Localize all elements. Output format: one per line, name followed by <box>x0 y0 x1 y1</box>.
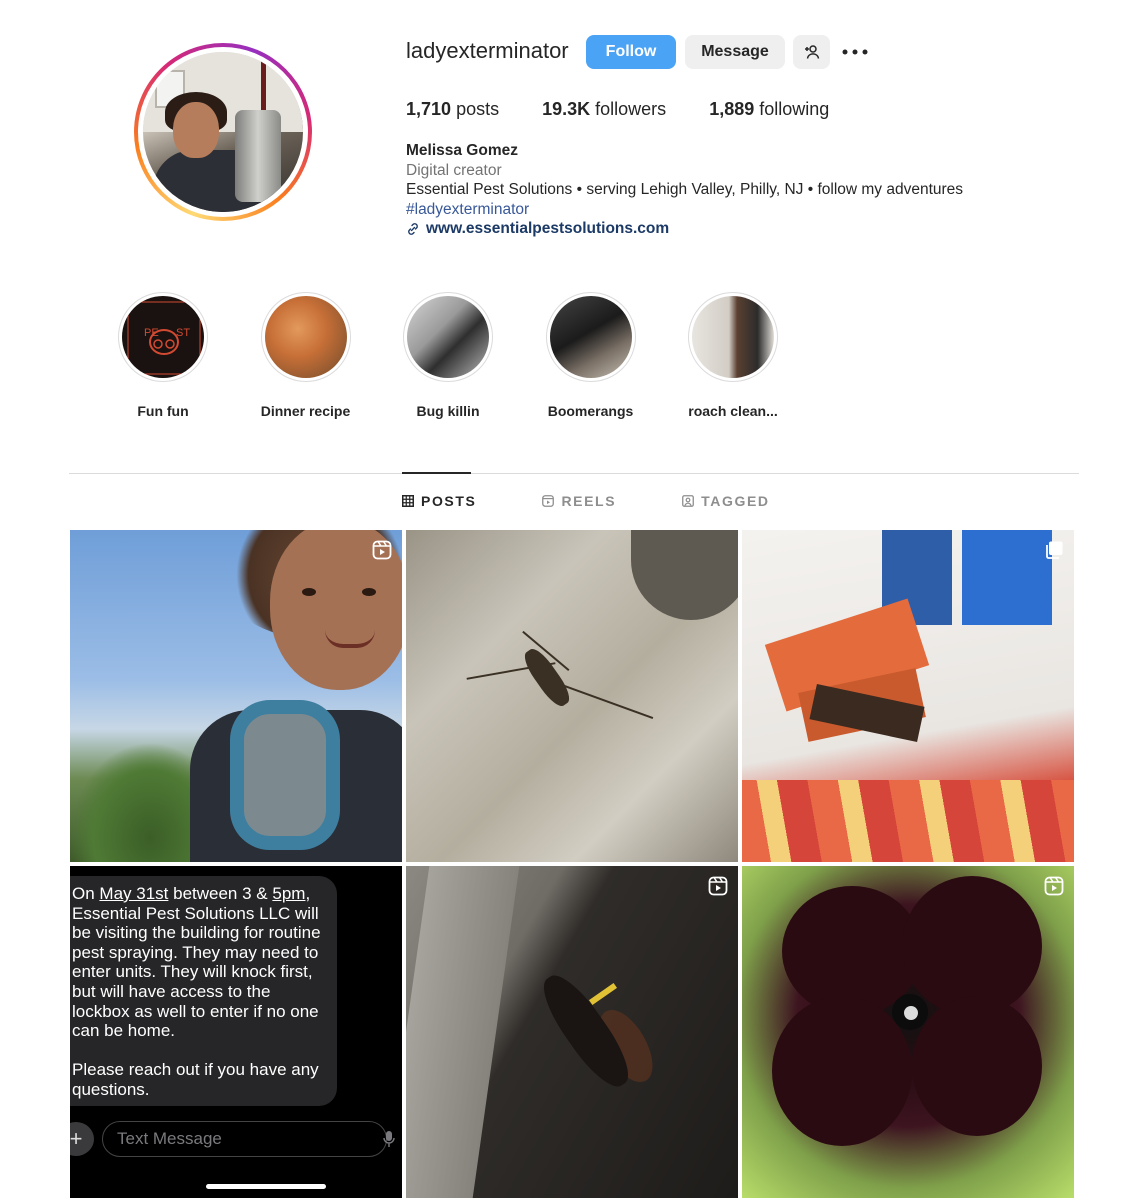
bio-text: Essential Pest Solutions • serving Lehig… <box>406 181 964 198</box>
bio-hashtag[interactable]: #ladyexterminator <box>406 200 963 220</box>
plus-icon: + <box>70 1122 94 1156</box>
post-dark-petunia[interactable] <box>742 866 1074 1198</box>
highlight-label: Bug killin <box>416 403 480 419</box>
profile-username: ladyexterminator <box>406 38 569 63</box>
profile-avatar[interactable] <box>134 43 312 221</box>
suggested-accounts-button[interactable] <box>793 35 830 69</box>
home-indicator <box>206 1184 326 1189</box>
svg-text:ST: ST <box>176 327 190 339</box>
link-icon <box>408 222 418 235</box>
highlight-dinner-recipe[interactable]: Dinner recipe <box>260 292 352 419</box>
story-highlights: PE ST Fun fun Dinner recipe Bug killin B… <box>117 292 830 419</box>
follow-button[interactable]: Follow <box>586 35 676 69</box>
reels-icon <box>542 495 555 507</box>
active-tab-indicator <box>402 472 471 474</box>
highlight-cover <box>692 296 774 378</box>
website-link[interactable]: www.essentialpestsolutions.com <box>406 219 963 239</box>
category-label: Digital creator <box>406 161 502 179</box>
following-count[interactable]: 1,889 following <box>709 99 829 120</box>
post-selfie-respirator[interactable] <box>70 530 402 862</box>
profile-bio: Melissa Gomez Digital creator Essential … <box>406 141 963 239</box>
avatar-frame <box>138 47 308 217</box>
highlight-ring <box>545 292 636 382</box>
profile-stats: 1,710 posts 19.3K followers 1,889 follow… <box>406 99 872 120</box>
highlight-boomerangs[interactable]: Boomerangs <box>545 292 637 419</box>
highlight-cover <box>407 296 489 378</box>
highlight-ring <box>688 292 778 382</box>
post-bug-on-wood[interactable] <box>406 530 738 862</box>
full-name: Melissa Gomez <box>406 142 518 159</box>
highlight-ring <box>403 292 493 382</box>
highlight-roach-cleanout[interactable]: roach clean... <box>687 292 779 419</box>
message-button[interactable]: Message <box>685 35 785 69</box>
post-wasp[interactable] <box>406 866 738 1198</box>
highlight-label: roach clean... <box>688 403 778 419</box>
highlight-fun-fun[interactable]: PE ST Fun fun <box>117 292 209 419</box>
tagged-icon <box>682 495 695 507</box>
posts-count: 1,710 posts <box>406 99 500 119</box>
reel-badge-icon <box>1044 876 1064 896</box>
tabs-divider <box>69 473 1079 474</box>
reel-badge-icon <box>708 876 728 896</box>
followers-count[interactable]: 19.3K followers <box>542 99 666 120</box>
highlight-cover <box>549 296 632 378</box>
more-icon <box>842 49 868 55</box>
highlight-label: Dinner recipe <box>260 403 351 419</box>
tab-posts[interactable]: POSTS <box>402 493 476 509</box>
highlight-ring: PE ST <box>118 292 208 382</box>
microphone-icon <box>383 1131 395 1147</box>
profile-tabs: POSTS REELS TAGGED <box>402 493 836 509</box>
tab-tagged[interactable]: TAGGED <box>682 493 769 509</box>
highlight-cover <box>264 296 347 378</box>
highlight-ring <box>260 292 351 382</box>
tab-reels[interactable]: REELS <box>542 493 616 509</box>
grid-icon <box>402 495 414 507</box>
text-message-field: Text Message <box>102 1121 387 1157</box>
highlight-label: Fun fun <box>137 403 189 419</box>
highlight-cover: PE ST <box>122 296 204 378</box>
highlight-bug-killin[interactable]: Bug killin <box>402 292 494 419</box>
avatar-photo <box>143 52 303 212</box>
carousel-badge-icon <box>1046 541 1063 559</box>
post-pantry-damage[interactable] <box>742 530 1074 862</box>
reel-badge-icon <box>372 540 392 560</box>
highlight-label: Boomerangs <box>547 403 634 419</box>
add-person-icon <box>804 45 819 59</box>
text-message-bubble: On May 31st between 3 & 5pm, Essential P… <box>70 876 337 1106</box>
more-options-button[interactable] <box>840 35 870 69</box>
post-text-message[interactable]: On May 31st between 3 & 5pm, Essential P… <box>70 866 402 1198</box>
